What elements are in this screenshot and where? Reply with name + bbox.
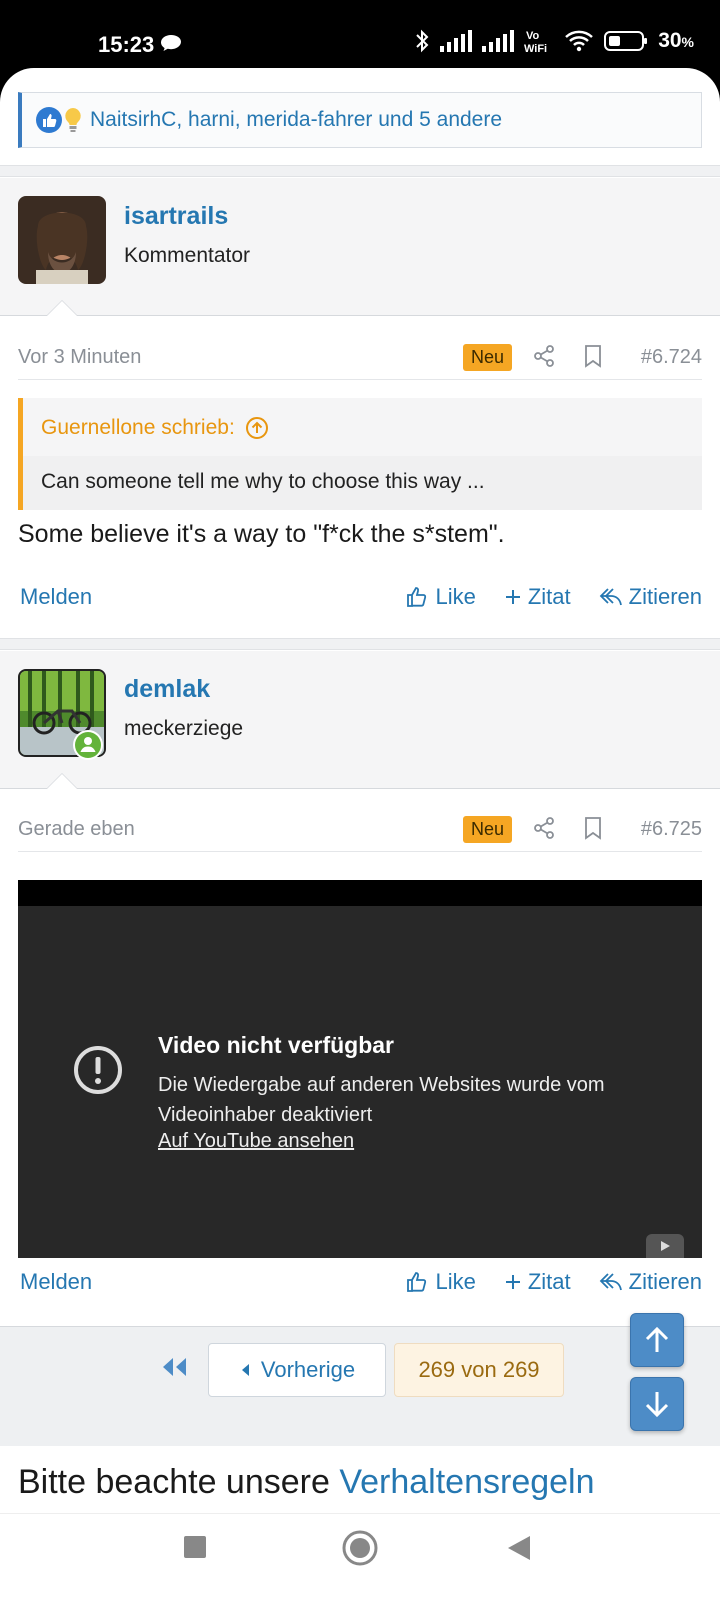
add-quote-label: Zitat bbox=[527, 584, 571, 609]
arrow-up-circle-icon[interactable] bbox=[245, 416, 269, 440]
alert-circle-icon bbox=[74, 1046, 122, 1094]
arrow-down-icon bbox=[645, 1392, 669, 1418]
status-bar: 15:23 Vo WiFi 30% bbox=[0, 0, 720, 70]
svg-text:WiFi: WiFi bbox=[524, 43, 547, 54]
guidelines-notice: Bitte beachte unsere Verhaltensregeln bbox=[18, 1463, 595, 1502]
user-title: meckerziege bbox=[124, 717, 244, 740]
video-embed[interactable]: Video nicht verfügbar Die Wiedergabe auf… bbox=[18, 880, 702, 1258]
first-page-icon[interactable] bbox=[160, 1355, 188, 1379]
post-separator bbox=[0, 638, 720, 650]
wifi-icon bbox=[565, 30, 594, 52]
post-actions: Melden Like Zitat Zitieren bbox=[20, 584, 702, 614]
chat-bubble-icon bbox=[161, 35, 181, 51]
plus-icon bbox=[505, 590, 520, 604]
svg-text:Vo: Vo bbox=[526, 30, 540, 42]
signal-icon-2 bbox=[482, 30, 515, 52]
back-icon[interactable] bbox=[506, 1534, 532, 1562]
status-time: 15:23 bbox=[98, 32, 155, 57]
video-description: Die Wiedergabe auf anderen Websites wurd… bbox=[158, 1074, 605, 1126]
post-action-group: Like Zitat Zitieren bbox=[405, 584, 702, 610]
post-number[interactable]: #6.725 bbox=[641, 818, 702, 841]
username[interactable]: demlak bbox=[124, 675, 210, 704]
status-icons: Vo WiFi 30% bbox=[414, 28, 694, 54]
report-button[interactable]: Melden bbox=[20, 1269, 92, 1295]
video-top-bar bbox=[18, 880, 702, 906]
post-body: Some believe it's a way to "f*ck the s*s… bbox=[18, 520, 505, 548]
vowifi-icon: VoWiFi bbox=[524, 30, 547, 54]
reactions-text[interactable]: NaitsirhC, harni, merida-fahrer und 5 an… bbox=[90, 108, 502, 132]
signal-icon bbox=[440, 30, 473, 52]
share-icon[interactable] bbox=[532, 816, 556, 840]
bookmark-icon[interactable] bbox=[582, 344, 604, 368]
avatar-image-isartrails bbox=[18, 196, 106, 284]
previous-page-label: Vorherige bbox=[260, 1357, 356, 1382]
caret-left-icon bbox=[241, 1364, 249, 1376]
add-quote-button[interactable]: Zitat bbox=[504, 584, 571, 610]
quote-text: Can someone tell me why to choose this w… bbox=[23, 456, 702, 510]
new-badge: Neu bbox=[462, 344, 512, 371]
quote-block: Guernellone schrieb: Can someone tell me… bbox=[18, 398, 702, 510]
like-button[interactable]: Like bbox=[405, 1269, 476, 1295]
new-badge: Neu bbox=[462, 816, 512, 843]
recents-icon[interactable] bbox=[182, 1534, 208, 1560]
lightbulb-reaction-icon bbox=[65, 108, 81, 132]
post-action-group: Like Zitat Zitieren bbox=[405, 1269, 702, 1295]
scroll-up-button[interactable] bbox=[630, 1313, 684, 1367]
like-reaction-icon bbox=[36, 107, 62, 133]
bluetooth-icon bbox=[416, 29, 429, 53]
like-button[interactable]: Like bbox=[405, 584, 476, 610]
pagination: Vorherige 269 von 269 bbox=[0, 1326, 720, 1446]
add-quote-label: Zitat bbox=[527, 1269, 571, 1294]
arrow-up-icon bbox=[645, 1326, 669, 1352]
post-separator bbox=[0, 165, 720, 177]
guidelines-link[interactable]: Verhaltensregeln bbox=[339, 1463, 594, 1501]
watch-on-youtube-link[interactable]: Auf YouTube ansehen bbox=[158, 1130, 354, 1153]
add-quote-button[interactable]: Zitat bbox=[504, 1269, 571, 1295]
youtube-icon[interactable] bbox=[646, 1234, 684, 1258]
thumbs-up-icon bbox=[407, 587, 427, 607]
bookmark-icon[interactable] bbox=[582, 816, 604, 840]
user-block-pointer bbox=[46, 300, 78, 316]
reply-button[interactable]: Zitieren bbox=[599, 1269, 702, 1295]
plus-icon bbox=[505, 1275, 520, 1289]
post-actions: Melden Like Zitat Zitieren bbox=[20, 1269, 702, 1299]
battery-icon bbox=[604, 31, 648, 51]
home-icon[interactable] bbox=[342, 1530, 378, 1566]
battery-unit: % bbox=[681, 34, 694, 50]
post-user-block: demlak meckerziege bbox=[0, 651, 720, 789]
post-user-block: isartrails Kommentator bbox=[0, 178, 720, 316]
post-time[interactable]: Gerade eben bbox=[18, 818, 135, 841]
reply-icon bbox=[599, 588, 622, 606]
like-label: Like bbox=[435, 1269, 476, 1294]
guidelines-text: Bitte beachte unsere bbox=[18, 1463, 340, 1501]
reply-icon bbox=[599, 1273, 622, 1291]
quote-author[interactable]: Guernellone schrieb: bbox=[41, 416, 235, 440]
previous-page-button[interactable]: Vorherige bbox=[208, 1343, 386, 1397]
report-button[interactable]: Melden bbox=[20, 584, 92, 610]
post-number[interactable]: #6.724 bbox=[641, 346, 702, 369]
user-title: Kommentator bbox=[124, 244, 251, 267]
share-icon[interactable] bbox=[532, 344, 556, 368]
username[interactable]: isartrails bbox=[124, 202, 228, 231]
post-time[interactable]: Vor 3 Minuten bbox=[18, 346, 141, 369]
reply-label: Zitieren bbox=[628, 1269, 702, 1294]
avatar[interactable] bbox=[18, 196, 106, 284]
page-indicator[interactable]: 269 von 269 bbox=[394, 1343, 564, 1397]
reply-label: Zitieren bbox=[628, 584, 702, 609]
post-meta: Vor 3 Minuten Neu #6.724 bbox=[18, 324, 702, 380]
reply-button[interactable]: Zitieren bbox=[599, 584, 702, 610]
quote-header[interactable]: Guernellone schrieb: bbox=[41, 416, 269, 440]
system-nav-bar bbox=[0, 1513, 720, 1600]
forum-thread-page: NaitsirhC, harni, merida-fahrer und 5 an… bbox=[0, 68, 720, 1513]
scroll-down-button[interactable] bbox=[630, 1377, 684, 1431]
post-meta: Gerade eben Neu #6.725 bbox=[18, 796, 702, 852]
user-block-pointer bbox=[46, 773, 78, 789]
reactions-bar[interactable]: NaitsirhC, harni, merida-fahrer und 5 an… bbox=[18, 92, 702, 148]
thumbs-up-icon bbox=[407, 1272, 427, 1292]
battery-percent: 30% bbox=[658, 29, 694, 53]
online-status-icon bbox=[73, 730, 103, 760]
video-title: Video nicht verfügbar bbox=[158, 1032, 395, 1058]
like-label: Like bbox=[435, 584, 476, 609]
battery-value: 30 bbox=[658, 29, 682, 52]
